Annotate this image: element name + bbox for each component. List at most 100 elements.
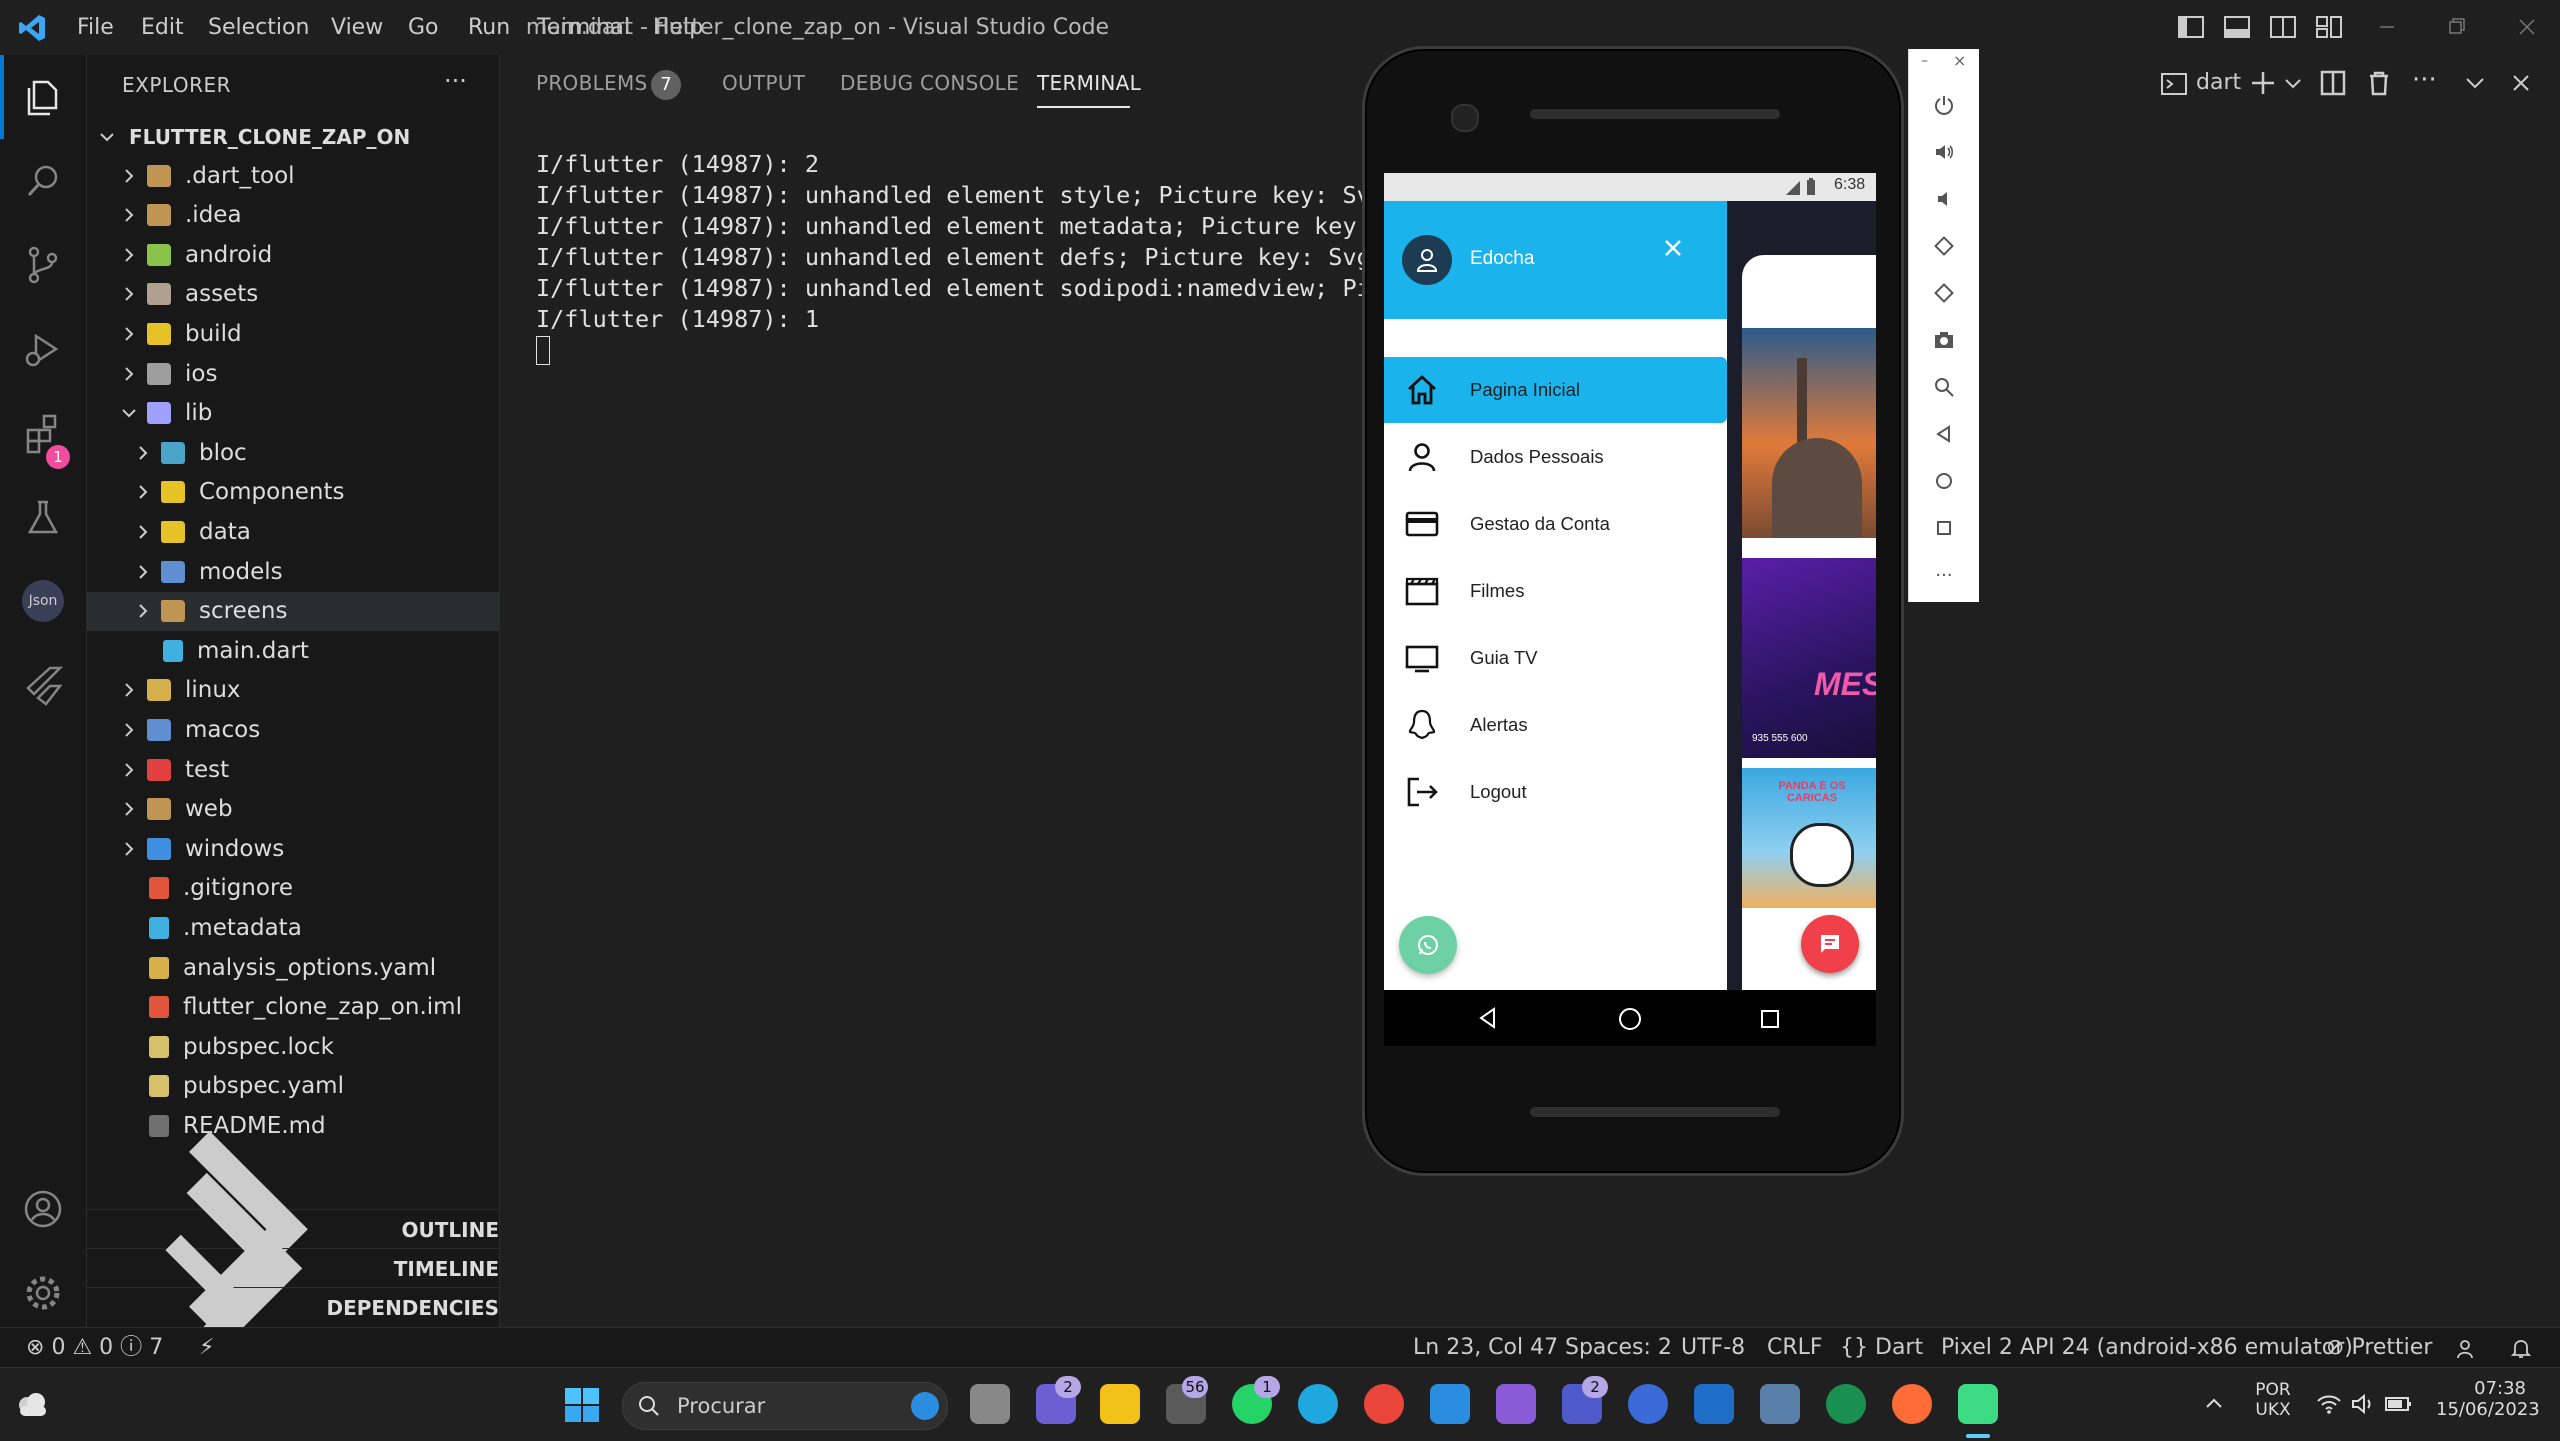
chrome-icon[interactable] [1364,1384,1404,1424]
postman-icon[interactable] [1892,1384,1932,1424]
tree-folder[interactable]: data [87,512,499,551]
task-view-icon[interactable] [970,1384,1010,1424]
file-explorer-icon[interactable] [1100,1384,1140,1424]
tree-folder[interactable]: web [87,790,499,829]
back-button[interactable] [1909,414,1979,454]
tree-folder[interactable]: Components [87,473,499,512]
drawer-item-logout[interactable]: Logout [1384,759,1727,825]
maximize-panel-chevron-icon[interactable] [2462,70,2488,96]
tree-folder[interactable]: test [87,750,499,789]
tree-folder[interactable]: android [87,235,499,274]
emulator-close-icon[interactable]: × [1953,51,1966,70]
split-terminal-icon[interactable] [2318,68,2348,98]
postgres-icon[interactable] [1760,1384,1800,1424]
dev-tool-icon[interactable] [1694,1384,1734,1424]
drawer-item-alerts[interactable]: Alertas [1384,692,1727,758]
terminal-dropdown-chevron-icon[interactable] [2282,72,2304,94]
tree-folder[interactable]: linux [87,671,499,710]
tree-folder[interactable]: windows [87,829,499,868]
language-indicator[interactable]: POR UKX [2253,1380,2293,1420]
tree-folder[interactable]: .idea [87,196,499,235]
feedback-icon[interactable] [2455,1337,2479,1361]
language-mode[interactable]: {} Dart [1840,1328,1923,1368]
power-button[interactable] [1909,85,1979,125]
json-tools-icon[interactable]: Json [0,559,86,643]
home-button[interactable] [1909,461,1979,501]
tray-chevron-up-icon[interactable] [2202,1392,2226,1416]
run-debug-icon[interactable] [0,307,86,391]
panel-more-icon[interactable]: ··· [2412,65,2437,95]
tree-folder[interactable]: build [87,314,499,353]
tree-folder[interactable]: bloc [87,433,499,472]
vscode-taskbar-icon[interactable] [1430,1384,1470,1424]
visual-studio-icon[interactable] [1496,1384,1536,1424]
mongodb-icon[interactable] [1826,1384,1866,1424]
notifications-bell-icon[interactable] [2509,1337,2533,1361]
drawer-item-personal-data[interactable]: Dados Pessoais [1384,424,1727,490]
tab-problems[interactable]: PROBLEMS [536,71,648,95]
app-circle-icon[interactable] [1628,1384,1668,1424]
tree-file[interactable]: .metadata [87,908,499,947]
whatsapp-fab-button[interactable] [1399,916,1457,974]
tab-terminal[interactable]: TERMINAL [1037,71,1141,95]
terminal-name[interactable]: dart [2196,70,2241,95]
tree-folder[interactable]: .dart_tool [87,156,499,195]
toggle-primary-sidebar-icon[interactable] [2176,12,2206,42]
explorer-more-button[interactable]: ··· [444,67,467,95]
lightning-icon[interactable]: ⚡ [199,1328,214,1368]
recents-square-icon[interactable] [1759,1008,1781,1030]
dependencies-section[interactable]: DEPENDENCIES [87,1234,499,1381]
kill-terminal-trash-icon[interactable] [2364,68,2394,98]
source-control-icon[interactable] [0,223,86,307]
wifi-icon[interactable] [2316,1392,2342,1416]
weather-cloud-icon[interactable] [14,1388,50,1422]
end-of-line[interactable]: CRLF [1767,1328,1823,1368]
tree-file[interactable]: flutter_clone_zap_on.iml [87,988,499,1027]
tree-folder[interactable]: lib [87,394,499,433]
encoding[interactable]: UTF-8 [1681,1328,1745,1368]
search-icon[interactable] [0,139,86,223]
tree-folder[interactable]: ios [87,354,499,393]
drawer-item-account[interactable]: Gestao da Conta [1384,491,1727,557]
back-triangle-icon[interactable] [1476,1006,1500,1030]
tree-file[interactable]: analysis_options.yaml [87,948,499,987]
tree-folder[interactable]: assets [87,275,499,314]
problems-status[interactable]: ⊗ 0 ⚠ 0 ⓘ 7 [26,1328,163,1368]
tree-file[interactable]: .gitignore [87,869,499,908]
android-emulator-icon[interactable] [1958,1384,1998,1424]
manage-gear-icon[interactable] [0,1251,86,1335]
volume-up-button[interactable] [1909,132,1979,172]
drawer-item-tv-guide[interactable]: Guia TV [1384,625,1727,691]
flutter-device[interactable]: Pixel 2 API 24 (android-x86 emulator) [1941,1328,2353,1368]
extensions-icon[interactable] [0,391,86,475]
drawer-item-movies[interactable]: Filmes [1384,558,1727,624]
volume-down-button[interactable] [1909,179,1979,219]
edge-icon[interactable] [1298,1384,1338,1424]
chat-fab-button[interactable] [1801,915,1859,973]
close-window-icon[interactable] [2512,12,2542,42]
zoom-button[interactable] [1909,367,1979,407]
tree-file[interactable]: main.dart [87,631,499,670]
battery-icon[interactable] [2384,1392,2412,1416]
flutter-icon[interactable] [0,643,86,727]
minimize-icon[interactable] [2372,12,2402,42]
customize-layout-icon[interactable] [2314,12,2344,42]
tree-file[interactable]: pubspec.lock [87,1027,499,1066]
close-panel-icon[interactable] [2508,70,2534,96]
explorer-icon[interactable] [0,55,86,139]
new-terminal-plus-icon[interactable] [2248,68,2278,98]
rotate-right-button[interactable] [1909,273,1979,313]
taskbar-search-box[interactable]: Procurar [622,1382,948,1430]
emulator-more-button[interactable]: ··· [1909,555,1979,595]
toggle-secondary-sidebar-icon[interactable] [2268,12,2298,42]
cursor-position[interactable]: Ln 23, Col 47 [1413,1328,1558,1368]
workspace-root[interactable]: FLUTTER_CLONE_ZAP_ON [87,117,499,156]
restore-icon[interactable] [2442,12,2472,42]
drawer-item-home[interactable]: Pagina Inicial [1384,357,1727,423]
accounts-icon[interactable] [0,1167,86,1251]
tree-folder[interactable]: models [87,552,499,591]
emulator-minimize-icon[interactable]: – [1921,53,1928,69]
tab-output[interactable]: OUTPUT [722,71,805,95]
testing-icon[interactable] [0,475,86,559]
screenshot-button[interactable] [1909,320,1979,360]
